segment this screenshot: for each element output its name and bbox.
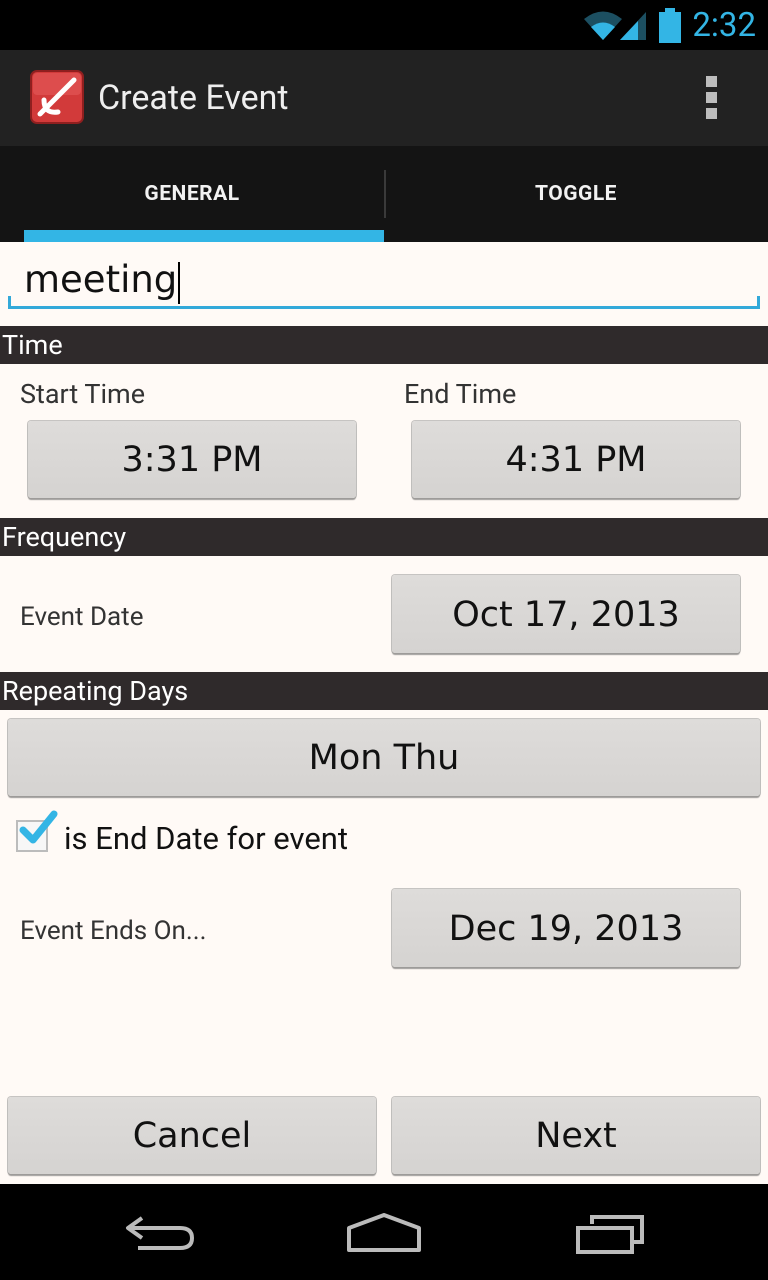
tab-divider	[384, 170, 386, 218]
checkmark-icon	[19, 810, 58, 844]
repeating-days-section-header: Repeating Days	[0, 672, 768, 710]
start-time-button[interactable]: 3:31 PM	[28, 421, 356, 498]
input-underline-left-edge	[8, 296, 11, 309]
start-time-label: Start Time	[20, 378, 146, 410]
end-time-label: End Time	[404, 378, 517, 410]
input-underline-right-edge	[757, 296, 760, 309]
signal-icon	[620, 12, 646, 40]
time-section-header: Time	[0, 326, 768, 364]
end-date-checkbox-label[interactable]: is End Date for event	[64, 820, 348, 857]
status-clock: 2:32	[692, 6, 756, 45]
home-icon[interactable]	[346, 1212, 422, 1254]
status-bar: 2:32	[0, 0, 768, 50]
app-icon[interactable]	[30, 70, 84, 124]
end-time-button[interactable]: 4:31 PM	[412, 421, 740, 498]
cancel-button[interactable]: Cancel	[8, 1097, 376, 1174]
page-title: Create Event	[98, 78, 289, 118]
recents-icon[interactable]	[574, 1214, 646, 1254]
frequency-section-header: Frequency	[0, 518, 768, 556]
overflow-menu-icon[interactable]	[706, 76, 718, 120]
back-icon[interactable]	[124, 1214, 196, 1254]
event-ends-on-button[interactable]: Dec 19, 2013	[392, 889, 740, 967]
navigation-bar	[0, 1184, 768, 1280]
action-bar: Create Event	[0, 50, 768, 146]
event-name-value[interactable]: meeting	[24, 258, 177, 301]
next-button[interactable]: Next	[392, 1097, 760, 1174]
event-date-label: Event Date	[20, 602, 144, 632]
tab-general[interactable]: GENERAL	[0, 146, 384, 242]
tab-toggle[interactable]: TOGGLE	[384, 146, 768, 242]
input-underline	[8, 306, 760, 309]
event-date-button[interactable]: Oct 17, 2013	[392, 575, 740, 653]
tab-selected-indicator	[24, 230, 384, 242]
text-cursor	[178, 262, 180, 304]
wifi-icon	[584, 11, 622, 40]
battery-icon	[659, 8, 681, 43]
event-ends-on-label: Event Ends On...	[20, 916, 207, 946]
repeating-days-button[interactable]: Mon Thu	[8, 719, 760, 796]
